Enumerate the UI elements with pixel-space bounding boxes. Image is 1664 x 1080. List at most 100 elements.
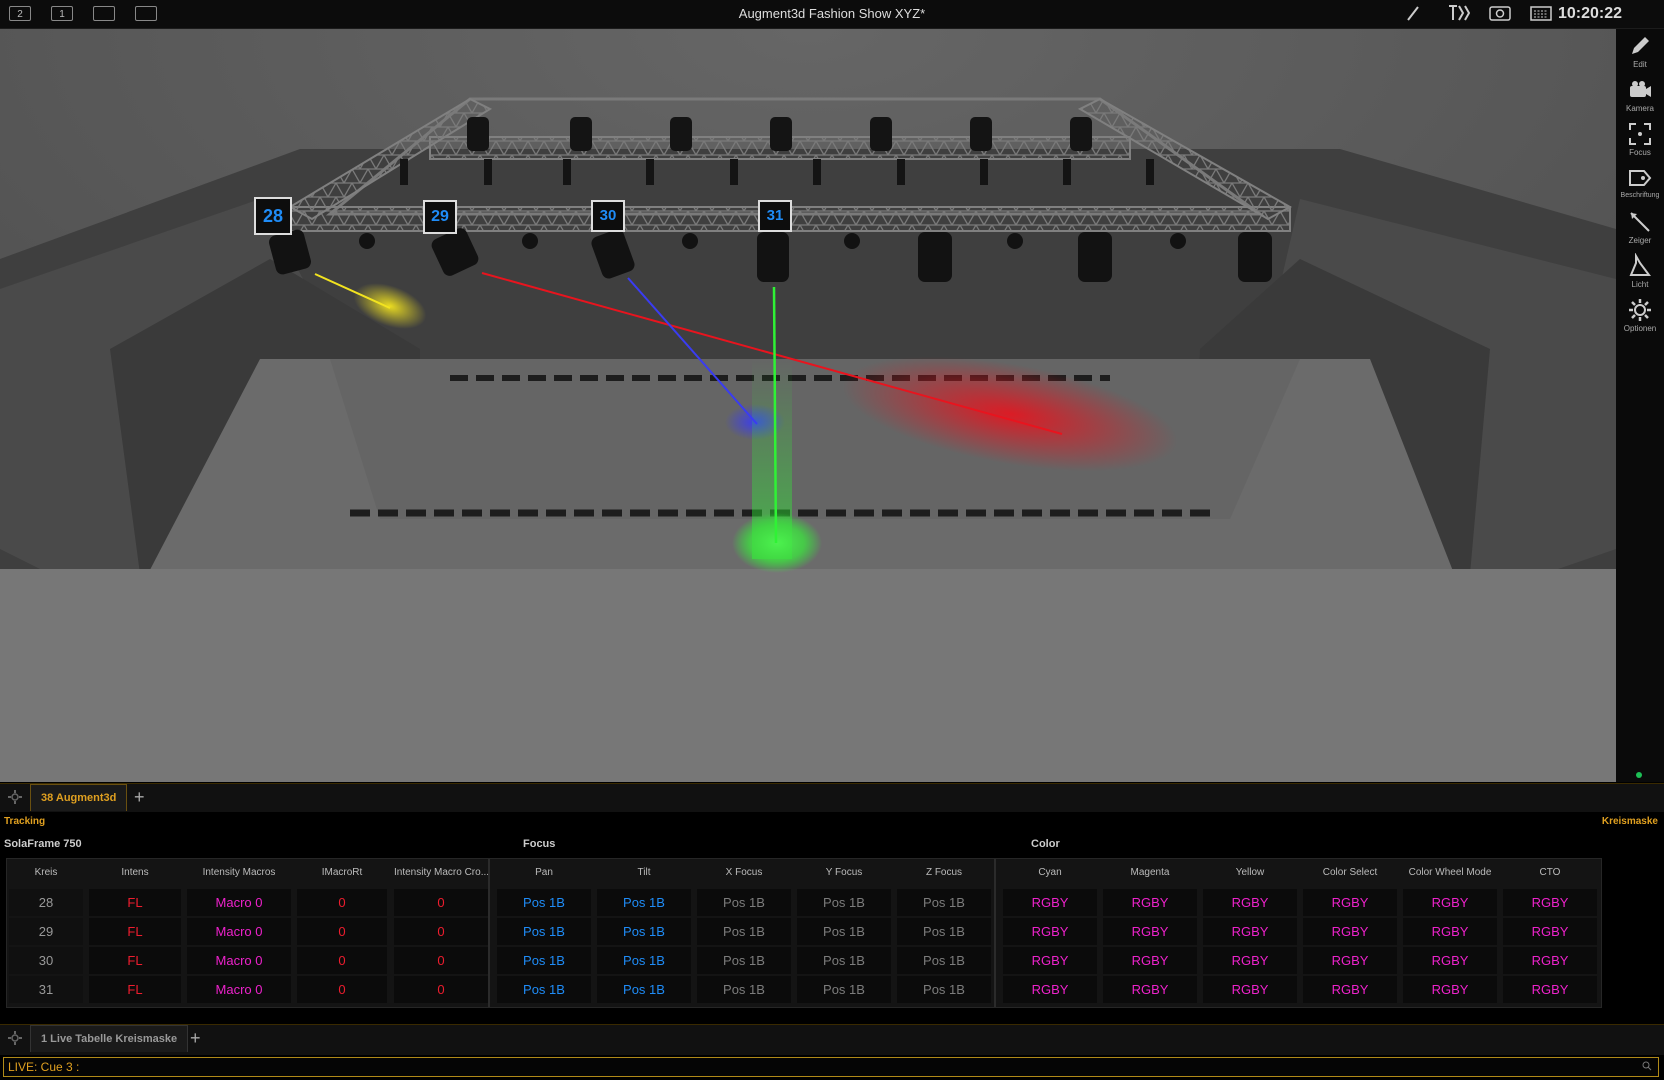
cell-x-focus[interactable]: Pos 1B bbox=[697, 947, 791, 974]
search-icon[interactable] bbox=[1642, 1061, 1652, 1071]
camera-icon[interactable] bbox=[1489, 4, 1511, 25]
add-tab-plus-icon[interactable]: + bbox=[134, 787, 145, 808]
cell-intens[interactable]: FL bbox=[89, 918, 181, 945]
cell-yellow[interactable]: RGBY bbox=[1203, 918, 1297, 945]
cell-color-select[interactable]: RGBY bbox=[1303, 976, 1397, 1003]
channel-label-31[interactable]: 31 bbox=[758, 200, 792, 232]
column-header-pan[interactable]: Pan bbox=[497, 859, 591, 887]
tab-live-tabelle[interactable]: 1 Live Tabelle Kreismaske bbox=[30, 1025, 189, 1052]
table-row[interactable]: 29 FL Macro 0 0 0 Pos 1B Pos 1B Pos 1B Pos 1B Pos… bbox=[7, 918, 1601, 945]
cell-intens[interactable]: FL bbox=[89, 947, 181, 974]
cell-tilt[interactable]: Pos 1B bbox=[597, 976, 691, 1003]
cell-kreis[interactable]: 28 bbox=[9, 889, 83, 916]
cell-pan[interactable]: Pos 1B bbox=[497, 947, 591, 974]
column-header-intens[interactable]: Intens bbox=[89, 859, 181, 887]
cell-pan[interactable]: Pos 1B bbox=[497, 918, 591, 945]
column-header-cto[interactable]: CTO bbox=[1503, 859, 1597, 887]
3d-viewport[interactable]: 28 29 30 31 bbox=[0, 29, 1616, 782]
cell-intensity-macro-cro[interactable]: 0 bbox=[394, 976, 488, 1003]
cell-cyan[interactable]: RGBY bbox=[1003, 947, 1097, 974]
pen-icon[interactable] bbox=[1405, 4, 1421, 25]
cell-yellow[interactable]: RGBY bbox=[1203, 976, 1297, 1003]
cell-imacrort[interactable]: 0 bbox=[297, 918, 387, 945]
command-line[interactable]: LIVE: Cue 3 : bbox=[3, 1057, 1659, 1077]
focus-button[interactable]: Focus bbox=[1616, 121, 1664, 157]
cell-x-focus[interactable]: Pos 1B bbox=[697, 889, 791, 916]
column-header-color-wheel-mode[interactable]: Color Wheel Mode bbox=[1403, 859, 1497, 887]
cell-color-wheel-mode[interactable]: RGBY bbox=[1403, 947, 1497, 974]
cell-color-select[interactable]: RGBY bbox=[1303, 889, 1397, 916]
cell-tilt[interactable]: Pos 1B bbox=[597, 889, 691, 916]
cell-magenta[interactable]: RGBY bbox=[1103, 918, 1197, 945]
licht-button[interactable]: Licht bbox=[1616, 253, 1664, 289]
keyboard-icon[interactable] bbox=[1530, 4, 1552, 25]
beschriftung-button[interactable]: Beschriftung bbox=[1616, 165, 1664, 199]
column-header-intensity-macros[interactable]: Intensity Macros bbox=[187, 859, 291, 887]
column-header-cyan[interactable]: Cyan bbox=[1003, 859, 1097, 887]
cell-y-focus[interactable]: Pos 1B bbox=[797, 889, 891, 916]
cell-intensity-macros[interactable]: Macro 0 bbox=[187, 889, 291, 916]
cell-yellow[interactable]: RGBY bbox=[1203, 889, 1297, 916]
cell-intensity-macros[interactable]: Macro 0 bbox=[187, 976, 291, 1003]
cell-cyan[interactable]: RGBY bbox=[1003, 976, 1097, 1003]
cell-tilt[interactable]: Pos 1B bbox=[597, 918, 691, 945]
table-row[interactable]: 28 FL Macro 0 0 0 Pos 1B Pos 1B Pos 1B Pos 1B Pos… bbox=[7, 889, 1601, 916]
screen-3-button[interactable] bbox=[93, 6, 115, 21]
cell-magenta[interactable]: RGBY bbox=[1103, 889, 1197, 916]
cell-color-wheel-mode[interactable]: RGBY bbox=[1403, 889, 1497, 916]
cell-cto[interactable]: RGBY bbox=[1503, 947, 1597, 974]
cell-color-select[interactable]: RGBY bbox=[1303, 947, 1397, 974]
cell-z-focus[interactable]: Pos 1B bbox=[897, 976, 991, 1003]
cell-color-select[interactable]: RGBY bbox=[1303, 918, 1397, 945]
cell-y-focus[interactable]: Pos 1B bbox=[797, 918, 891, 945]
cell-imacrort[interactable]: 0 bbox=[297, 976, 387, 1003]
tab-settings-gear-icon[interactable] bbox=[8, 790, 22, 809]
cell-y-focus[interactable]: Pos 1B bbox=[797, 976, 891, 1003]
cell-intensity-macros[interactable]: Macro 0 bbox=[187, 918, 291, 945]
cell-yellow[interactable]: RGBY bbox=[1203, 947, 1297, 974]
column-header-y-focus[interactable]: Y Focus bbox=[797, 859, 891, 887]
optionen-button[interactable]: Optionen bbox=[1616, 297, 1664, 333]
cell-z-focus[interactable]: Pos 1B bbox=[897, 947, 991, 974]
zeiger-button[interactable]: Zeiger bbox=[1616, 209, 1664, 245]
cell-kreis[interactable]: 29 bbox=[9, 918, 83, 945]
cell-tilt[interactable]: Pos 1B bbox=[597, 947, 691, 974]
cell-magenta[interactable]: RGBY bbox=[1103, 947, 1197, 974]
screen-4-button[interactable] bbox=[135, 6, 157, 21]
cell-imacrort[interactable]: 0 bbox=[297, 947, 387, 974]
cell-cyan[interactable]: RGBY bbox=[1003, 889, 1097, 916]
cell-x-focus[interactable]: Pos 1B bbox=[697, 918, 791, 945]
table-row[interactable]: 30 FL Macro 0 0 0 Pos 1B Pos 1B Pos 1B Pos 1B Pos… bbox=[7, 947, 1601, 974]
column-header-tilt[interactable]: Tilt bbox=[597, 859, 691, 887]
cell-cyan[interactable]: RGBY bbox=[1003, 918, 1097, 945]
cell-kreis[interactable]: 31 bbox=[9, 976, 83, 1003]
channel-label-30[interactable]: 30 bbox=[591, 200, 625, 232]
cell-intensity-macro-cro[interactable]: 0 bbox=[394, 889, 488, 916]
cell-pan[interactable]: Pos 1B bbox=[497, 889, 591, 916]
column-header-z-focus[interactable]: Z Focus bbox=[897, 859, 991, 887]
column-header-yellow[interactable]: Yellow bbox=[1203, 859, 1297, 887]
cell-color-wheel-mode[interactable]: RGBY bbox=[1403, 918, 1497, 945]
cell-cto[interactable]: RGBY bbox=[1503, 918, 1597, 945]
hub-icon[interactable] bbox=[1448, 4, 1471, 25]
cell-z-focus[interactable]: Pos 1B bbox=[897, 918, 991, 945]
table-row[interactable]: 31 FL Macro 0 0 0 Pos 1B Pos 1B Pos 1B Pos 1B Pos… bbox=[7, 976, 1601, 1003]
cell-color-wheel-mode[interactable]: RGBY bbox=[1403, 976, 1497, 1003]
cell-intens[interactable]: FL bbox=[89, 976, 181, 1003]
channel-label-29[interactable]: 29 bbox=[423, 200, 457, 234]
screen-2-button[interactable]: 2 bbox=[9, 6, 31, 21]
cell-x-focus[interactable]: Pos 1B bbox=[697, 976, 791, 1003]
cell-cto[interactable]: RGBY bbox=[1503, 976, 1597, 1003]
cell-intens[interactable]: FL bbox=[89, 889, 181, 916]
cell-intensity-macros[interactable]: Macro 0 bbox=[187, 947, 291, 974]
cell-kreis[interactable]: 30 bbox=[9, 947, 83, 974]
cell-intensity-macro-cro[interactable]: 0 bbox=[394, 947, 488, 974]
cell-intensity-macro-cro[interactable]: 0 bbox=[394, 918, 488, 945]
kamera-button[interactable]: Kamera bbox=[1616, 77, 1664, 113]
cell-cto[interactable]: RGBY bbox=[1503, 889, 1597, 916]
cell-imacrort[interactable]: 0 bbox=[297, 889, 387, 916]
column-header-intensity-macro-cro[interactable]: Intensity Macro Cro... bbox=[394, 859, 488, 887]
tab-augment3d[interactable]: 38 Augment3d bbox=[30, 784, 128, 811]
cell-magenta[interactable]: RGBY bbox=[1103, 976, 1197, 1003]
add-tab-plus-icon[interactable]: + bbox=[190, 1028, 201, 1049]
